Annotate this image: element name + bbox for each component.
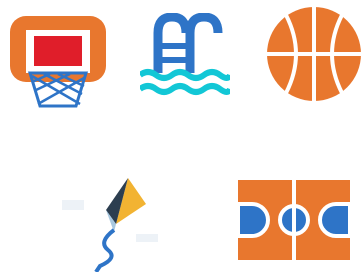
basketball-icon <box>266 6 361 102</box>
basketball-court-icon <box>238 180 350 260</box>
kite-icon <box>62 176 160 272</box>
swimming-pool-icon <box>140 13 230 97</box>
basketball-hoop-icon <box>10 16 106 108</box>
